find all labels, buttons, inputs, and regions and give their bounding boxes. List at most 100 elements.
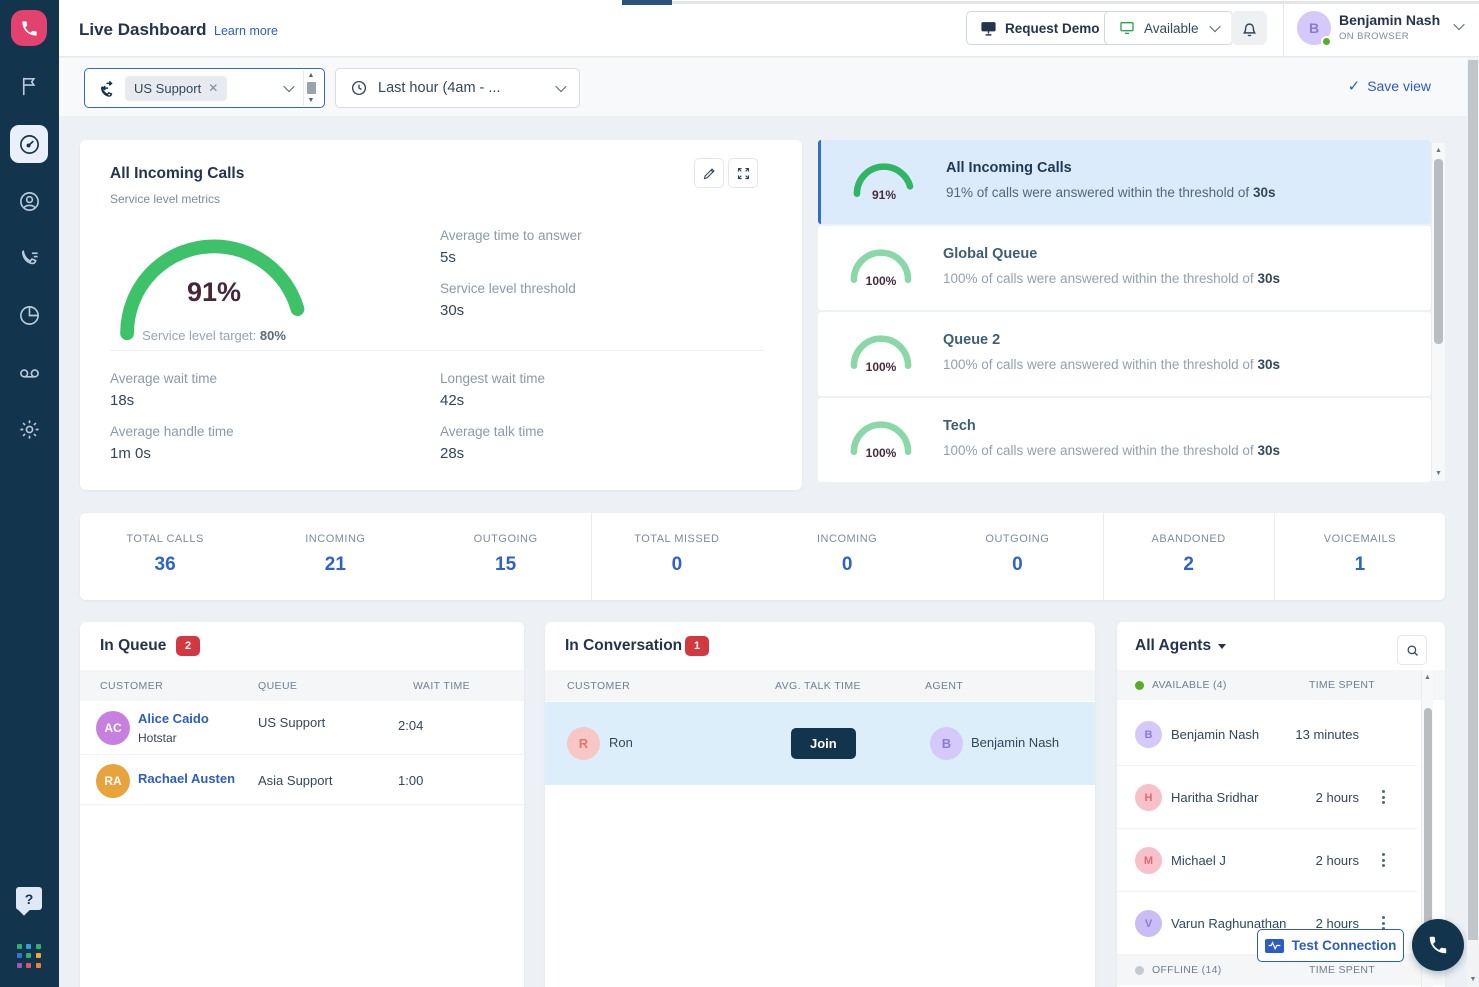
avatar: RA — [96, 764, 130, 798]
offline-status-dot — [1135, 966, 1144, 975]
agent-name: Benjamin Nash — [971, 735, 1059, 750]
stat-abandoned: ABANDONED2 — [1103, 513, 1274, 600]
sidebar-item-contacts[interactable] — [18, 190, 41, 213]
table-row[interactable]: RA Rachael Austen Asia Support 1:00 — [80, 755, 524, 805]
filter-spinner-scrollbar[interactable]: ▲▼ — [303, 70, 318, 106]
avatar: R — [567, 727, 600, 760]
divider — [110, 350, 764, 351]
queue-list-item[interactable]: 91% All Incoming Calls 91% of calls were… — [818, 140, 1431, 224]
call-metrics-icon — [18, 247, 41, 270]
queue-gauge: 91% — [851, 160, 917, 202]
remove-chip-icon[interactable]: ✕ — [208, 81, 218, 95]
top-progress-bar — [622, 0, 672, 5]
phone-widget-button[interactable] — [1412, 919, 1464, 971]
queue-list-item[interactable]: 100% Queue 2 100% of calls were answered… — [818, 312, 1431, 396]
queue-desc: 91% of calls were answered within the th… — [946, 185, 1275, 200]
expand-icon — [736, 166, 751, 181]
table-row[interactable]: R Ron Join B Benjamin Nash — [545, 702, 1095, 785]
agents-filter-dropdown[interactable]: All Agents — [1135, 637, 1226, 655]
queue-filter-chip[interactable]: US Support ✕ — [125, 76, 227, 101]
service-level-gauge: 91% Service level target: 80% — [108, 225, 320, 345]
in-conversation-panel: In Conversation 1 CUSTOMER AVG. TALK TIM… — [545, 622, 1095, 987]
request-demo-button[interactable]: Request Demo — [966, 11, 1114, 45]
sidebar-item-voicemail[interactable] — [18, 361, 41, 384]
queue-gauge: 100% — [848, 332, 914, 374]
help-icon[interactable]: ? — [16, 887, 42, 910]
stat-total-missed: TOTAL MISSED0 — [591, 513, 762, 600]
app-logo[interactable] — [11, 10, 47, 46]
customer-company: Hotstar — [138, 731, 209, 745]
queue-desc: 100% of calls were answered within the t… — [943, 357, 1280, 372]
dashboard-icon — [18, 133, 41, 156]
customer-link[interactable]: Rachael Austen — [138, 771, 235, 786]
expand-widget-button[interactable] — [728, 158, 758, 188]
presentation-icon — [980, 20, 997, 37]
panel-title: In Queue — [100, 637, 166, 655]
edit-widget-button[interactable] — [694, 158, 724, 188]
metric-longest-wait-time: Longest wait time 42s — [440, 371, 545, 409]
user-status-text: ON BROWSER — [1339, 31, 1409, 42]
agent-row: H Haritha Sridhar 2 hours — [1117, 766, 1417, 829]
customer-link[interactable]: Alice Caido — [138, 711, 209, 726]
filter-bar: US Support ✕ ▲▼ Last hour (4am - ... ✓ S… — [59, 58, 1479, 116]
voicemail-icon — [18, 361, 41, 384]
header-divider — [1283, 0, 1284, 57]
card-title: All Incoming Calls — [110, 165, 244, 183]
wait-time-cell: 1:00 — [398, 773, 423, 788]
dropdown-triangle-icon — [1218, 644, 1226, 649]
queue-cell: Asia Support — [258, 773, 332, 788]
queue-desc: 100% of calls were answered within the t… — [943, 271, 1280, 286]
pulse-icon — [1265, 939, 1284, 953]
metric-avg-wait-time: Average wait time 18s — [110, 371, 217, 409]
stat-missed-outgoing: OUTGOING0 — [932, 513, 1102, 600]
queue-list-item[interactable]: 100% Tech 100% of calls were answered wi… — [818, 398, 1431, 482]
agent-menu-kebab-icon[interactable] — [1380, 851, 1387, 869]
learn-more-link[interactable]: Learn more — [214, 24, 278, 38]
test-connection-button[interactable]: Test Connection — [1257, 929, 1404, 962]
time-range-dropdown[interactable]: Last hour (4am - ... — [335, 68, 580, 108]
available-section-header: AVAILABLE (4) TIME SPENT — [1117, 670, 1445, 700]
queues-scrollbar[interactable]: ▲ ▼ — [1431, 143, 1445, 481]
user-menu-chevron-icon[interactable] — [1453, 19, 1464, 30]
sidebar-item-settings[interactable] — [18, 418, 41, 441]
avatar: AC — [96, 711, 130, 745]
in-queue-panel: In Queue 2 CUSTOMER QUEUE WAIT TIME AC A… — [80, 622, 524, 987]
stat-total-calls: TOTAL CALLS36 — [80, 513, 250, 600]
table-row[interactable]: AC Alice CaidoHotstar US Support 2:04 — [80, 701, 524, 755]
pie-chart-icon — [18, 304, 41, 327]
sidebar-item-dashboard[interactable] — [10, 125, 48, 163]
agent-row: M Michael J 2 hours — [1117, 829, 1417, 892]
join-call-button[interactable]: Join — [791, 728, 856, 759]
avatar: M — [1135, 847, 1162, 874]
queues-list-panel: 91% All Incoming Calls 91% of calls were… — [818, 140, 1445, 490]
in-queue-count-badge: 2 — [176, 636, 200, 656]
metric-avg-time-to-answer: Average time to answer 5s — [440, 228, 582, 266]
queue-filter-dropdown[interactable]: US Support ✕ ▲▼ — [84, 68, 325, 108]
save-view-button[interactable]: ✓ Save view — [1348, 77, 1431, 95]
metric-service-level-threshold: Service level threshold 30s — [440, 281, 576, 319]
sidebar-item-reports[interactable] — [18, 304, 41, 327]
notifications-button[interactable] — [1231, 11, 1267, 45]
sidebar-item-call-logs[interactable] — [18, 247, 41, 270]
call-stats-card: TOTAL CALLS36 INCOMING21 OUTGOING15 TOTA… — [80, 513, 1445, 600]
gauge-target: Service level target: 80% — [108, 328, 320, 343]
queue-gauge: 100% — [848, 246, 914, 288]
queue-cell: US Support — [258, 715, 325, 730]
bell-icon — [1240, 19, 1259, 38]
page-scrollbar[interactable]: ▼ — [1467, 57, 1479, 987]
queue-list-item[interactable]: 100% Global Queue 100% of calls were ans… — [818, 226, 1431, 310]
table-header: CUSTOMER QUEUE WAIT TIME — [80, 670, 524, 701]
metric-avg-talk-time: Average talk time 28s — [440, 424, 544, 462]
queue-name: Tech — [943, 418, 976, 434]
in-conversation-count-badge: 1 — [685, 636, 709, 656]
available-status-dot — [1135, 681, 1144, 690]
apps-grid-icon[interactable] — [17, 944, 42, 969]
search-agents-button[interactable] — [1397, 635, 1427, 665]
chevron-down-icon — [1209, 21, 1220, 32]
stat-voicemails: VOICEMAILS1 — [1274, 513, 1445, 600]
live-dashboard-page: ? Live Dashboard Learn more Request Demo… — [0, 0, 1479, 987]
sidebar-item-onboarding[interactable] — [18, 75, 41, 98]
agent-menu-kebab-icon[interactable] — [1380, 788, 1387, 806]
availability-dropdown[interactable]: Available — [1104, 11, 1233, 45]
check-icon: ✓ — [1348, 77, 1361, 95]
